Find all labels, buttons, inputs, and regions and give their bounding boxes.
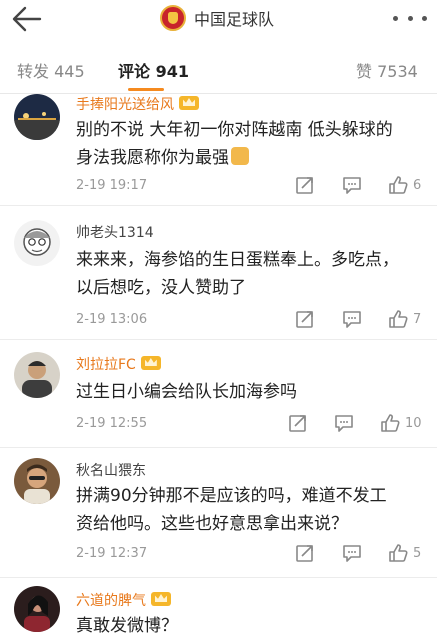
comment-username[interactable]: 六道的脾气 bbox=[76, 590, 171, 610]
username-text: 六道的脾气 bbox=[76, 593, 146, 609]
comment-line: 资给他吗。这些也好意思拿出来说？ bbox=[76, 514, 348, 534]
reply-button[interactable] bbox=[333, 412, 355, 434]
reply-button[interactable] bbox=[341, 542, 363, 564]
account-title[interactable]: 中国足球队 bbox=[160, 4, 274, 32]
tab-likes[interactable]: 赞 7534 bbox=[356, 58, 418, 82]
comment-icon bbox=[335, 415, 353, 432]
comment-time: 2-19 12:37 bbox=[76, 546, 148, 561]
team-logo-icon bbox=[160, 5, 186, 31]
comment-line: 以后想吃，没人赞助了 bbox=[76, 278, 246, 298]
like-button[interactable]: 7 bbox=[387, 308, 421, 330]
comment-line: 别的不说 大年初一你对阵越南 低头躲球的 bbox=[76, 120, 393, 140]
comment-username[interactable]: 秋名山猥东 bbox=[76, 460, 146, 480]
emoji-icon bbox=[231, 147, 249, 165]
comment-time: 2-19 19:17 bbox=[76, 178, 148, 193]
thumbs-up-icon bbox=[381, 414, 400, 432]
more-menu-button[interactable] bbox=[393, 8, 427, 28]
comment-line: 拼满90分钟那不是应该的吗，难道不发工 bbox=[76, 486, 387, 506]
comment-icon bbox=[343, 177, 361, 194]
like-button[interactable]: 6 bbox=[387, 174, 421, 196]
repost-icon bbox=[296, 177, 313, 194]
more-dot-icon bbox=[393, 15, 398, 21]
like-count: 5 bbox=[413, 545, 422, 561]
avatar-image bbox=[14, 352, 60, 398]
like-count: 7 bbox=[413, 311, 422, 327]
comment-username[interactable]: 手捧阳光送给风 bbox=[76, 94, 199, 114]
avatar[interactable] bbox=[14, 586, 60, 632]
avatar-image bbox=[14, 220, 60, 266]
avatar[interactable] bbox=[14, 94, 60, 140]
thumbs-up-icon bbox=[389, 544, 408, 562]
username-text: 刘拉拉FC bbox=[76, 357, 136, 373]
avatar[interactable] bbox=[14, 220, 60, 266]
comment-item: 秋名山猥东 拼满90分钟那不是应该的吗，难道不发工 资给他吗。这些也好意思拿出来… bbox=[0, 448, 437, 578]
vip-crown-icon bbox=[140, 356, 161, 370]
repost-button[interactable] bbox=[287, 412, 309, 434]
comment-text: 拼满90分钟那不是应该的吗，难道不发工 资给他吗。这些也好意思拿出来说？ bbox=[76, 482, 426, 538]
repost-button[interactable] bbox=[294, 308, 316, 330]
repost-icon bbox=[296, 311, 313, 328]
comment-time: 2-19 12:55 bbox=[76, 416, 148, 431]
comment-text: 别的不说 大年初一你对阵越南 低头躲球的 身法我愿称你为最强 bbox=[76, 116, 426, 172]
reply-button[interactable] bbox=[341, 174, 363, 196]
comment-line: 身法我愿称你为最强 bbox=[76, 148, 229, 168]
comment-item: 六道的脾气 真敢发微博？ bbox=[0, 578, 437, 640]
more-dot-icon bbox=[407, 15, 413, 21]
reply-button[interactable] bbox=[341, 308, 363, 330]
avatar[interactable] bbox=[14, 352, 60, 398]
repost-button[interactable] bbox=[294, 542, 316, 564]
comment-icon bbox=[343, 545, 361, 562]
like-count: 6 bbox=[413, 177, 422, 193]
comment-item: 刘拉拉FC 过生日小编会给队长加海参吗 2-19 12:55 10 bbox=[0, 340, 437, 448]
comment-username[interactable]: 刘拉拉FC bbox=[76, 354, 161, 374]
back-arrow-icon bbox=[12, 6, 42, 32]
thumbs-up-icon bbox=[389, 176, 408, 194]
top-bar: 中国足球队 bbox=[0, 0, 437, 40]
more-dot-icon bbox=[422, 15, 427, 21]
tab-reposts[interactable]: 转发 445 bbox=[17, 58, 85, 82]
repost-icon bbox=[289, 415, 306, 432]
back-button[interactable] bbox=[10, 4, 44, 34]
username-text: 手捧阳光送给风 bbox=[76, 97, 174, 113]
tab-bar: 转发 445 评论 941 赞 7534 bbox=[0, 44, 437, 94]
vip-crown-icon bbox=[179, 96, 199, 110]
comment-item: 手捧阳光送给风 别的不说 大年初一你对阵越南 低头躲球的 身法我愿称你为最强 2… bbox=[0, 94, 437, 206]
comment-line: 来来来，海参馅的生日蛋糕奉上。多吃点， bbox=[76, 250, 399, 270]
avatar-image bbox=[14, 94, 60, 140]
comment-text: 来来来，海参馅的生日蛋糕奉上。多吃点， 以后想吃，没人赞助了 bbox=[76, 246, 426, 302]
avatar[interactable] bbox=[14, 458, 60, 504]
like-button[interactable]: 10 bbox=[379, 412, 422, 434]
avatar-image bbox=[14, 586, 60, 632]
repost-icon bbox=[296, 545, 313, 562]
vip-crown-icon bbox=[151, 592, 171, 606]
comment-text: 真敢发微博？ bbox=[76, 612, 426, 640]
page-title: 中国足球队 bbox=[194, 10, 275, 29]
comment-time: 2-19 13:06 bbox=[76, 312, 148, 327]
comment-text: 过生日小编会给队长加海参吗 bbox=[76, 378, 426, 406]
comment-username[interactable]: 帅老头1314 bbox=[76, 222, 154, 242]
active-tab-indicator bbox=[128, 88, 164, 91]
comment-icon bbox=[343, 311, 361, 328]
tab-comments[interactable]: 评论 941 bbox=[118, 58, 189, 82]
thumbs-up-icon bbox=[389, 310, 408, 328]
comment-item: 帅老头1314 来来来，海参馅的生日蛋糕奉上。多吃点， 以后想吃，没人赞助了 2… bbox=[0, 206, 437, 340]
comment-line: 真敢发微博？ bbox=[76, 616, 178, 636]
avatar-image bbox=[14, 458, 60, 504]
comment-line: 过生日小编会给队长加海参吗 bbox=[76, 382, 297, 402]
repost-button[interactable] bbox=[294, 174, 316, 196]
like-button[interactable]: 5 bbox=[387, 542, 421, 564]
like-count: 10 bbox=[405, 415, 422, 431]
